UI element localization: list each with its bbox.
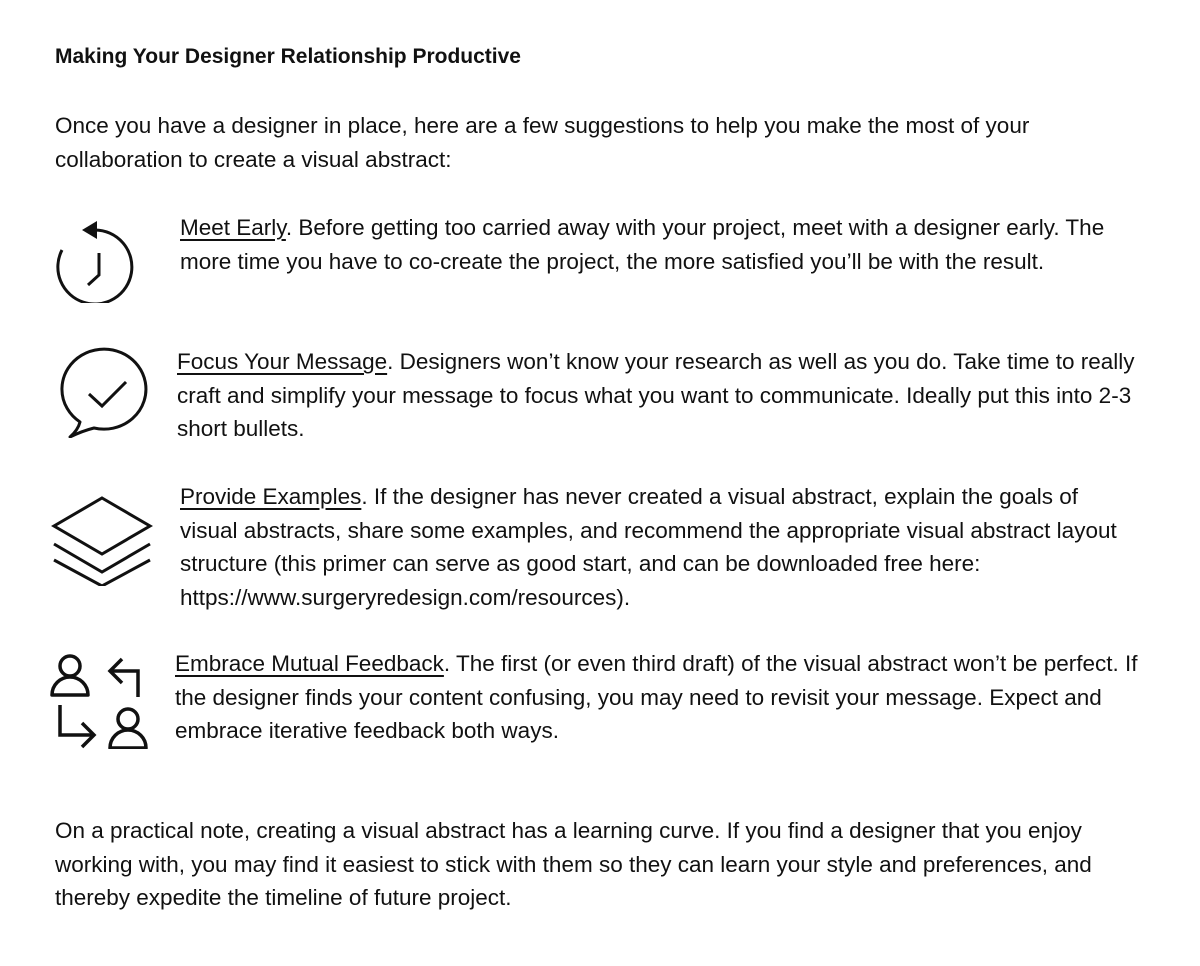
suggestion-text: Focus Your Message. Designers won’t know…	[177, 345, 1137, 446]
suggestion-heading: Meet Early	[180, 215, 286, 240]
closing-paragraph: On a practical note, creating a visual a…	[55, 818, 1092, 910]
suggestion-text: Embrace Mutual Feedback. The first (or e…	[175, 647, 1140, 748]
document-title: Making Your Designer Relationship Produc…	[55, 45, 521, 68]
intro-paragraph: Once you have a designer in place, here …	[55, 113, 1030, 172]
clock-rewind-icon	[55, 213, 143, 303]
user-exchange-icon	[48, 653, 154, 749]
suggestion-heading: Embrace Mutual Feedback	[175, 651, 444, 676]
suggestion-body: . Before getting too carried away with y…	[180, 215, 1105, 274]
suggestion-text: Meet Early. Before getting too carried a…	[180, 211, 1130, 278]
suggestion-heading: Provide Examples	[180, 484, 362, 509]
suggestion-heading: Focus Your Message	[177, 349, 388, 374]
suggestion-text: Provide Examples. If the designer has ne…	[180, 480, 1140, 614]
layers-icon	[50, 496, 154, 586]
chat-check-icon	[58, 346, 150, 438]
